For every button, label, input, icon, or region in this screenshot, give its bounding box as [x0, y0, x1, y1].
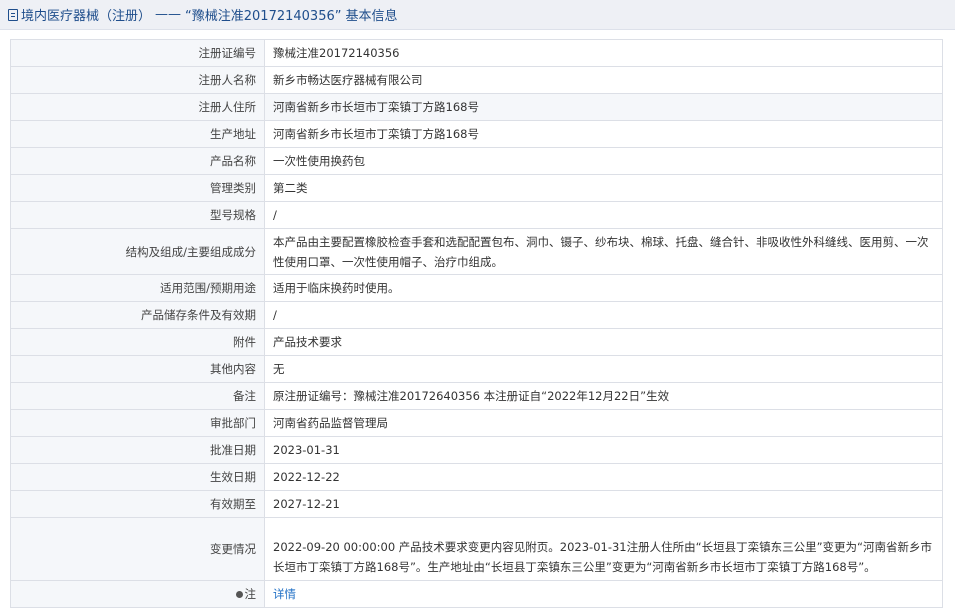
table-row: 其他内容无 — [10, 355, 943, 383]
table-row: 生产地址 河南省新乡市长垣市丁栾镇丁方路168号 — [10, 120, 943, 148]
row-value: 原注册证编号：豫械注准20172640356 本注册证自“2022年12月22日… — [264, 382, 943, 410]
note-value-cell: 详情 — [264, 580, 943, 608]
table-row: 结构及组成/主要组成成分 本产品由主要配置橡胶检查手套和选配配置包布、洞巾、镊子、… — [10, 228, 943, 275]
table-row: 备注 原注册证编号：豫械注准20172640356 本注册证自“2022年12月2… — [10, 382, 943, 410]
row-value: 2027-12-21 — [264, 490, 943, 518]
pin-icon — [235, 591, 243, 598]
row-value: 一次性使用换药包 — [264, 147, 943, 175]
title-suffix: 基本信息 — [345, 9, 398, 24]
table-row: 适用范围/预期用途 适用于临床换药时使用。 — [10, 274, 943, 302]
info-table: 注册证编号 豫械注准20172140356 注册人名称 新乡市畅达医疗器械有限公司 … — [10, 39, 943, 608]
table-row: 附件 产品技术要求 — [10, 328, 943, 356]
row-label: 变更情况 — [10, 517, 265, 581]
row-value: 2023-01-31 — [264, 436, 943, 464]
note-label-cell: 注 — [10, 580, 265, 608]
row-label: 注册证编号 — [10, 39, 265, 67]
row-label: 管理类别 — [10, 174, 265, 202]
page-title: 境内医疗器械（注册） —— “豫械注准20172140356” 基本信息 — [0, 0, 955, 30]
row-label: 备注 — [10, 382, 265, 410]
row-value: 无 — [264, 355, 943, 383]
row-label: 产品名称 — [10, 147, 265, 175]
table-row: 型号规格 / — [10, 201, 943, 229]
row-value: 河南省新乡市长垣市丁栾镇丁方路168号 — [264, 93, 943, 121]
row-label: 注册人住所 — [10, 93, 265, 121]
row-label: 适用范围/预期用途 — [10, 274, 265, 302]
table-row: 产品储存条件及有效期 / — [10, 301, 943, 329]
row-value: 豫械注准20172140356 — [264, 39, 943, 67]
row-label: 生产地址 — [10, 120, 265, 148]
row-value: 适用于临床换药时使用。 — [264, 274, 943, 302]
table-row: 注册人名称 新乡市畅达医疗器械有限公司 — [10, 66, 943, 94]
row-value: 河南省新乡市长垣市丁栾镇丁方路168号 — [264, 120, 943, 148]
row-label: 其他内容 — [10, 355, 265, 383]
table-row: 有效期至 2027-12-21 — [10, 490, 943, 518]
row-label: 有效期至 — [10, 490, 265, 518]
row-value: / — [264, 201, 943, 229]
row-value: 新乡市畅达医疗器械有限公司 — [264, 66, 943, 94]
table-row: 变更情况 2022-09-20 00:00:00 产品技术要求变更内容见附页。20… — [10, 517, 943, 581]
row-label: 结构及组成/主要组成成分 — [10, 228, 265, 275]
row-value: 河南省药品监督管理局 — [264, 409, 943, 437]
row-value: 产品技术要求 — [264, 328, 943, 356]
title-separator: —— — [155, 7, 182, 22]
row-label: 产品储存条件及有效期 — [10, 301, 265, 329]
row-value: 2022-12-22 — [264, 463, 943, 491]
table-row: 管理类别 第二类 — [10, 174, 943, 202]
table-row: 产品名称 一次性使用换药包 — [10, 147, 943, 175]
row-label: 附件 — [10, 328, 265, 356]
table-row: 注册人住所 河南省新乡市长垣市丁栾镇丁方路168号 — [10, 93, 943, 121]
row-label: 型号规格 — [10, 201, 265, 229]
table-row: 注 详情 — [10, 580, 943, 608]
table-row: 注册证编号 豫械注准20172140356 — [10, 39, 943, 67]
table-row: 生效日期 2022-12-22 — [10, 463, 943, 491]
title-reg-number: “豫械注准20172140356” — [185, 9, 342, 24]
document-icon — [8, 8, 18, 21]
row-label: 批准日期 — [10, 436, 265, 464]
details-link[interactable]: 详情 — [273, 587, 296, 601]
table-row: 批准日期 2023-01-31 — [10, 436, 943, 464]
table-row: 审批部门 河南省药品监督管理局 — [10, 409, 943, 437]
row-value: 第二类 — [264, 174, 943, 202]
row-label: 生效日期 — [10, 463, 265, 491]
row-value: 2022-09-20 00:00:00 产品技术要求变更内容见附页。2023-0… — [264, 517, 943, 581]
row-label: 审批部门 — [10, 409, 265, 437]
note-label: 注 — [244, 587, 257, 601]
title-prefix: 境内医疗器械（注册） — [21, 9, 152, 24]
row-label: 注册人名称 — [10, 66, 265, 94]
row-value: 本产品由主要配置橡胶检查手套和选配配置包布、洞巾、镊子、纱布块、棉球、托盘、缝合… — [264, 228, 943, 275]
row-value: / — [264, 301, 943, 329]
